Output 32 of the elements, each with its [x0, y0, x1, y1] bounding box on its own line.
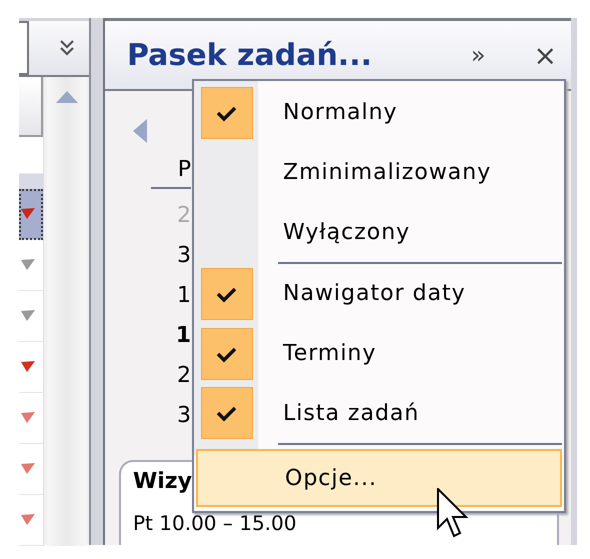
- menu-item[interactable]: Normalny: [196, 83, 562, 143]
- input-field[interactable]: [19, 21, 29, 75]
- pane-splitter[interactable]: [89, 18, 105, 545]
- appointment-time: Pt 10.00 – 15.00: [133, 512, 296, 534]
- close-button[interactable]: ×: [530, 38, 561, 72]
- flag-icon[interactable]: [21, 412, 35, 424]
- menu-item[interactable]: Zminimalizowany: [196, 142, 562, 202]
- menu-item[interactable]: Nawigator daty: [196, 264, 562, 324]
- expand-button[interactable]: »: [466, 41, 490, 69]
- calendar-day[interactable]: 1: [177, 283, 191, 323]
- menu-item[interactable]: Lista zadań: [196, 383, 562, 444]
- flag-icon[interactable]: [21, 259, 35, 271]
- flag-icon[interactable]: [21, 463, 35, 475]
- column-header[interactable]: [19, 77, 43, 137]
- flag-icon[interactable]: [21, 208, 35, 220]
- calendar-day[interactable]: 3: [177, 243, 191, 283]
- scroll-up-icon[interactable]: [56, 91, 78, 103]
- calendar-day[interactable]: 1: [176, 323, 191, 363]
- previous-month-icon[interactable]: [133, 119, 147, 143]
- chevron-icon[interactable]: [59, 39, 75, 57]
- scrollbar[interactable]: [47, 77, 86, 546]
- appointment-title: Wizy: [133, 470, 192, 494]
- flag-icon[interactable]: [21, 514, 35, 526]
- calendar-day[interactable]: 2: [177, 363, 191, 403]
- calendar-day[interactable]: 3: [177, 403, 191, 443]
- menu-item[interactable]: Wyłączony: [196, 202, 562, 262]
- pane-title: Pasek zadań...: [127, 38, 373, 72]
- flag-icon[interactable]: [21, 310, 35, 322]
- flag-icon[interactable]: [21, 361, 35, 373]
- day-header: P: [178, 157, 191, 183]
- menu-item[interactable]: Terminy: [196, 324, 562, 384]
- menu-item[interactable]: Opcje...: [196, 449, 562, 507]
